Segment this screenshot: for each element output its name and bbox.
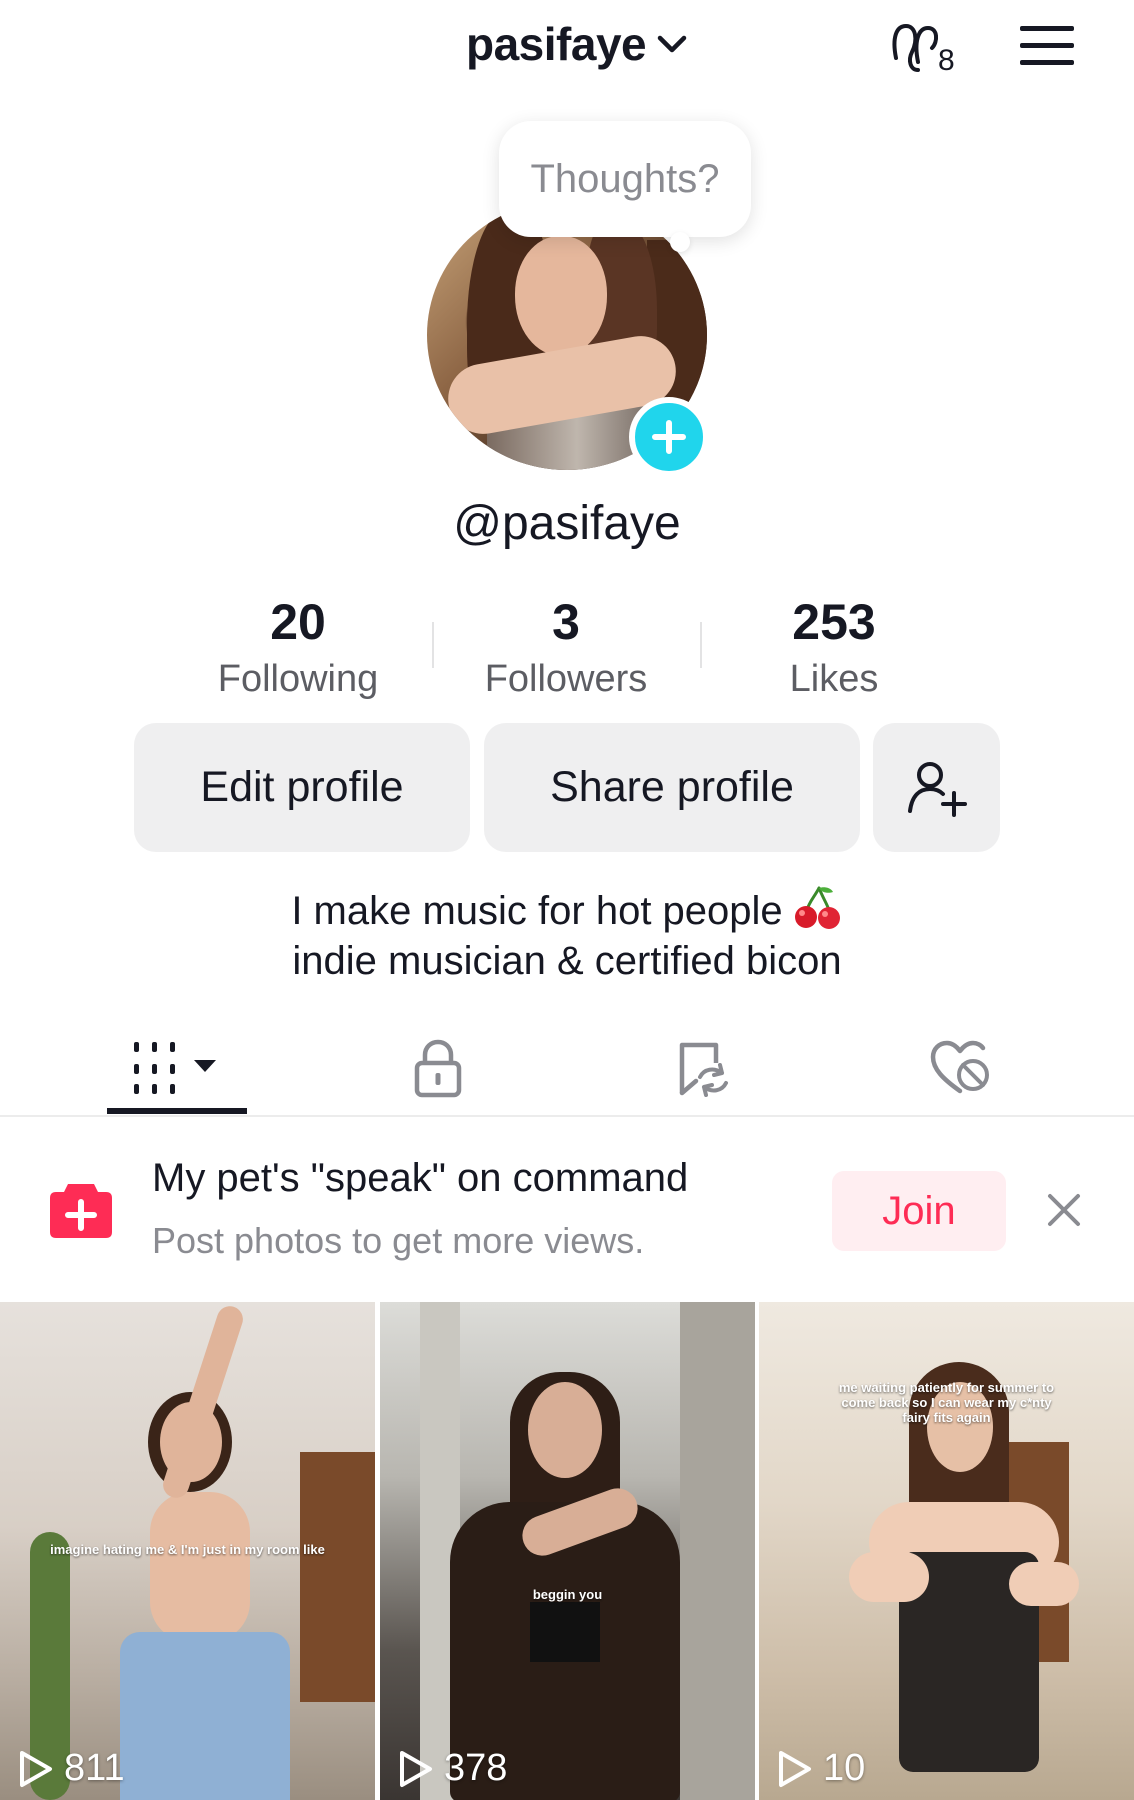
header-username: pasifaye — [466, 18, 647, 70]
promo-subtitle: Post photos to get more views. — [152, 1220, 645, 1261]
tab-videos[interactable] — [107, 1022, 247, 1114]
creator-tools-badge: 8 — [938, 44, 955, 77]
stat-label: Likes — [789, 658, 879, 700]
profile-handle: @pasifaye — [453, 497, 681, 550]
video-thumbnail[interactable]: imagine hating me & I'm just in my room … — [0, 1302, 375, 1800]
view-count-value: 811 — [64, 1747, 125, 1789]
close-icon[interactable] — [1044, 1190, 1084, 1230]
stat-likes[interactable]: 253 Likes — [704, 592, 964, 704]
hamburger-menu-icon[interactable] — [1018, 22, 1076, 70]
chevron-down-icon — [657, 35, 687, 53]
view-count-value: 10 — [823, 1747, 866, 1789]
tabs-divider — [0, 1115, 1134, 1117]
repost-icon — [679, 1042, 728, 1097]
plus-icon — [652, 420, 686, 454]
view-count: 811 — [18, 1747, 125, 1790]
view-count: 378 — [398, 1747, 507, 1790]
stat-following[interactable]: 20 Following — [168, 592, 428, 704]
promo-title: My pet's "speak" on command — [152, 1156, 689, 1200]
bio-line-1-text: I make music for hot people — [291, 889, 783, 933]
stat-divider — [700, 622, 702, 668]
stat-value: 20 — [270, 594, 326, 650]
stat-label: Followers — [484, 658, 648, 700]
stat-divider — [432, 622, 434, 668]
tab-reposts[interactable] — [641, 1022, 761, 1114]
add-post-icon — [50, 1184, 112, 1238]
cherry-emoji-icon — [794, 886, 840, 929]
play-icon — [400, 1750, 432, 1787]
stat-value: 253 — [792, 594, 876, 650]
video-thumbnail[interactable]: beggin you 378 — [380, 1302, 755, 1800]
join-button[interactable]: Join — [832, 1171, 1006, 1251]
view-count: 10 — [777, 1747, 865, 1790]
active-tab-indicator — [107, 1108, 247, 1114]
account-switcher[interactable]: pasifaye — [466, 14, 690, 74]
lock-icon — [414, 1039, 462, 1098]
bubble-tail — [670, 232, 690, 252]
tab-liked[interactable] — [900, 1022, 1020, 1114]
play-icon — [779, 1750, 811, 1787]
add-friends-button[interactable] — [873, 723, 1000, 852]
video-caption: me waiting patiently for summer to come … — [838, 1380, 1055, 1425]
profile-bio: I make music for hot people indie musici… — [0, 882, 1134, 986]
thoughts-bubble[interactable]: Thoughts? — [499, 121, 751, 237]
video-caption: beggin you — [532, 1587, 603, 1602]
liked-heart-icon — [930, 1040, 989, 1094]
view-count-value: 378 — [444, 1747, 508, 1789]
stat-label: Following — [217, 658, 379, 700]
profile-header: pasifaye 8 — [0, 0, 1134, 100]
stat-value: 3 — [552, 594, 580, 650]
video-thumbnail[interactable]: me waiting patiently for summer to come … — [759, 1302, 1134, 1800]
bio-line-2: indie musician & certified bicon — [292, 939, 842, 983]
share-profile-button[interactable]: Share profile — [484, 723, 860, 852]
thoughts-placeholder: Thoughts? — [530, 156, 720, 201]
edit-profile-button[interactable]: Edit profile — [134, 723, 470, 852]
add-story-button[interactable] — [629, 397, 709, 477]
video-caption: imagine hating me & I'm just in my room … — [50, 1542, 325, 1557]
add-user-icon — [907, 761, 967, 817]
bio-line-1: I make music for hot people — [0, 882, 1134, 936]
grid-icon — [134, 1042, 216, 1094]
play-icon — [20, 1750, 52, 1787]
tab-private[interactable] — [378, 1022, 498, 1114]
stat-followers[interactable]: 3 Followers — [436, 592, 696, 704]
